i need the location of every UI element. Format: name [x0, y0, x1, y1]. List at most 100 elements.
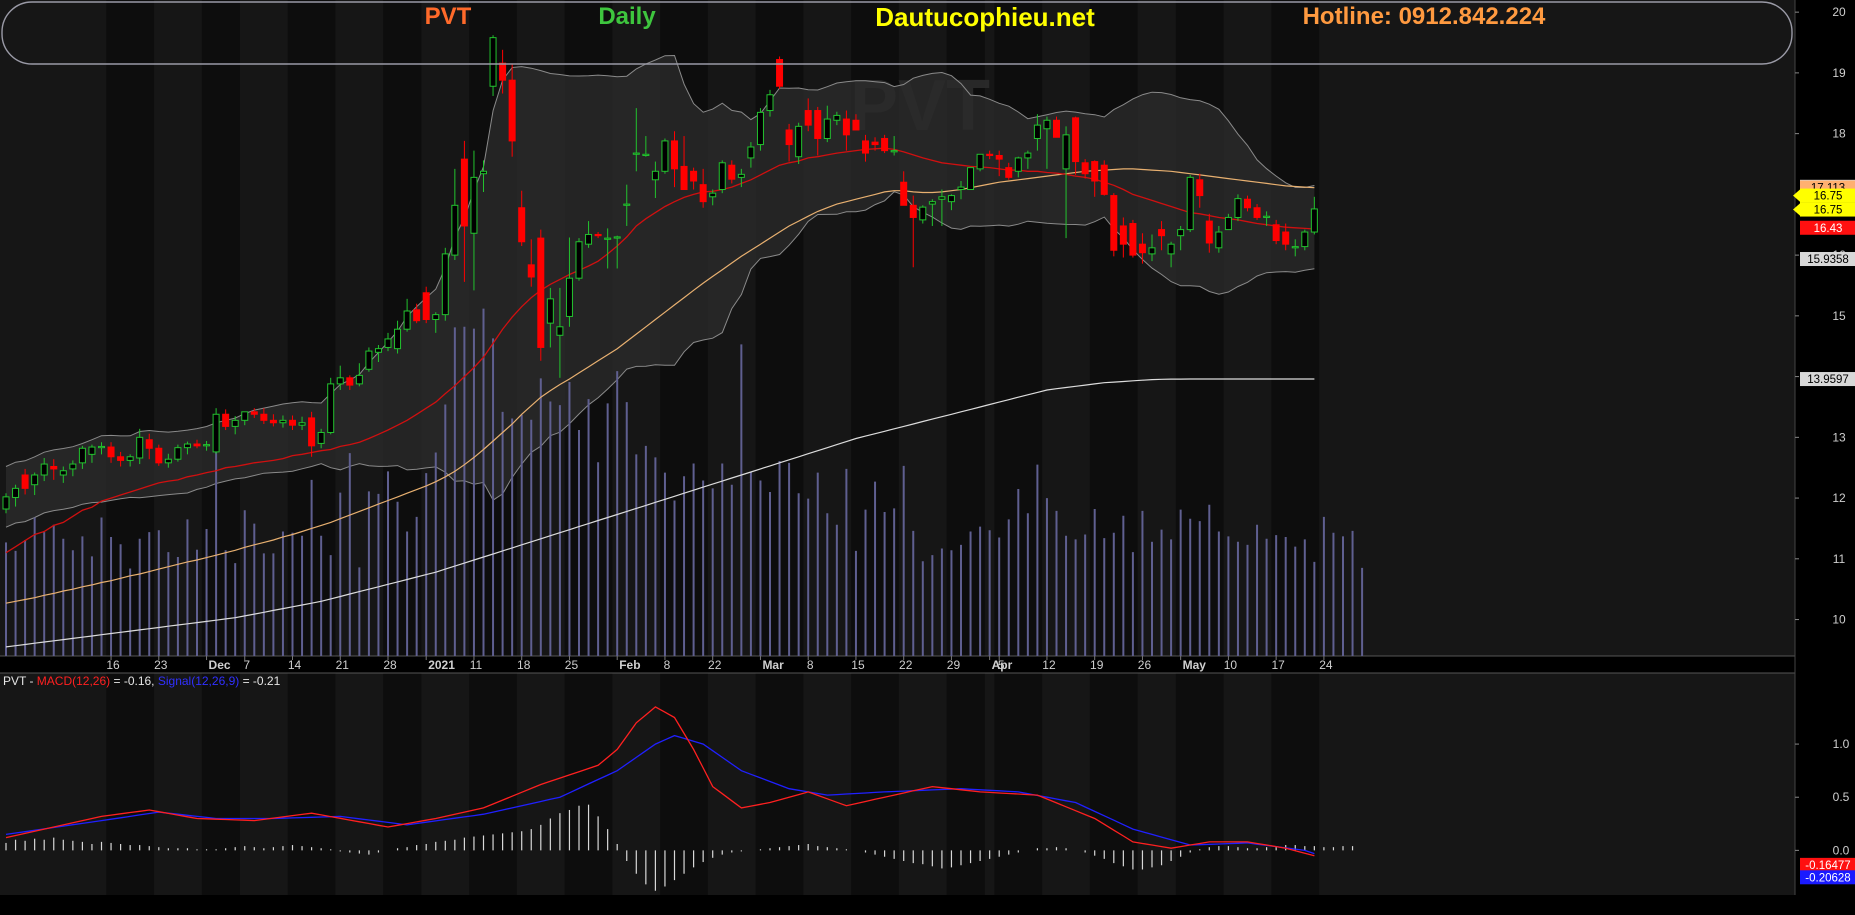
price-tick-label: 20 [1832, 5, 1846, 19]
date-tick-label: 2021 [428, 658, 455, 672]
candle-body [298, 422, 306, 426]
candle-body [336, 377, 344, 385]
date-tick-label: 12 [1042, 658, 1056, 672]
date-tick-label: 26 [1138, 658, 1152, 672]
macd-legend-value: = -0.16, [110, 674, 158, 688]
candle-body [241, 411, 249, 421]
date-tick-label: 25 [565, 658, 579, 672]
candle-body [499, 62, 507, 81]
value-badge-label-close-2: 16.75 [1814, 205, 1843, 217]
candle-body [546, 298, 554, 324]
candle-body [231, 419, 239, 427]
candle-body [40, 463, 48, 476]
candle-body [59, 470, 67, 476]
candle-body [594, 233, 602, 237]
stock-chart: PVT 101112131415161718192017.124217.1131… [0, 0, 1855, 910]
candle-body [642, 153, 650, 156]
date-tick-label: 22 [708, 658, 722, 672]
candle-body [928, 201, 936, 205]
candle-body [1215, 231, 1223, 249]
candle-body [766, 94, 774, 112]
date-tick-label: 14 [288, 658, 302, 672]
candle-body [833, 114, 841, 121]
candle-body [1072, 117, 1080, 163]
date-tick-label: 22 [899, 658, 913, 672]
candle-body [1081, 162, 1089, 175]
date-tick-label: 18 [517, 658, 531, 672]
candle-body [260, 413, 268, 421]
value-badge-label-ma200: 13.9597 [1807, 374, 1849, 386]
candle-body [804, 110, 812, 126]
candle-body [1272, 224, 1280, 242]
candle-body [12, 487, 20, 498]
candle-body [1033, 124, 1041, 139]
price-tick-label: 12 [1832, 491, 1846, 505]
macd-badge-label-signal: -0.20628 [1805, 872, 1850, 884]
candle-body [164, 458, 172, 464]
macd-badge-label-macd: -0.16477 [1805, 860, 1850, 872]
candle-body [308, 417, 316, 447]
candle-body [795, 125, 803, 158]
period-label: Daily [598, 3, 656, 30]
candle-body [1053, 119, 1060, 138]
candle-body [1253, 207, 1261, 218]
candle-body [355, 374, 363, 385]
candle-body [174, 447, 182, 460]
candle-body [451, 204, 459, 256]
candle-body [155, 447, 163, 464]
candle-body [881, 137, 889, 152]
candle-body [1100, 164, 1108, 195]
candle-body [222, 413, 230, 427]
candle-body [709, 192, 717, 198]
candle-body [460, 158, 468, 227]
candle-body [1167, 243, 1175, 255]
candle-body [947, 195, 955, 203]
candle-body [183, 443, 191, 449]
candle-body [1310, 208, 1318, 233]
macd-tick-label: 1.0 [1833, 737, 1850, 751]
macd-tick-label: 0.0 [1833, 843, 1850, 857]
date-tick-label: 24 [1319, 658, 1333, 672]
date-tick-label: May [1183, 658, 1207, 672]
candle-body [1224, 216, 1232, 231]
value-badge-label-ma20: 16.43 [1814, 223, 1843, 235]
candle-body [279, 419, 287, 424]
candle-body [728, 164, 736, 180]
site-label: Dautucophieu.net [875, 2, 1095, 32]
candle-body [1177, 229, 1185, 237]
candle-body [145, 439, 153, 449]
chart-canvas[interactable]: PVT 101112131415161718192017.124217.1131… [0, 0, 1855, 910]
candle-body [1024, 152, 1032, 159]
candle-body [50, 465, 58, 470]
date-tick-label: 8 [664, 658, 671, 672]
date-tick-label: 17 [1271, 658, 1285, 672]
candle-body [441, 253, 449, 316]
candle-body [1234, 198, 1242, 218]
candle-body [1205, 220, 1213, 244]
candle-body [1148, 247, 1156, 255]
candle-body [1301, 231, 1309, 248]
symbol-label: PVT [425, 3, 472, 30]
candle-body [995, 154, 1003, 160]
candle-body [737, 173, 745, 178]
candle-body [203, 444, 211, 447]
candle-body [527, 264, 535, 278]
candle-body [1014, 157, 1022, 172]
candle-body [823, 118, 831, 139]
candle-body [117, 456, 125, 461]
candle-body [394, 328, 402, 350]
date-tick-label: 11 [470, 658, 483, 672]
date-axis-band [0, 656, 1795, 673]
candle-body [422, 292, 430, 320]
candle-body [289, 419, 296, 426]
candle-body [317, 431, 325, 444]
candle-body [432, 314, 440, 320]
candle-body [1043, 119, 1051, 130]
macd-legend-prefix: PVT - [3, 674, 37, 688]
date-tick-label: 29 [947, 658, 961, 672]
candle-body [537, 237, 545, 348]
candle-body [957, 186, 965, 191]
candle-body [871, 141, 879, 146]
hotline-label: Hotline: 0912.842.224 [1303, 3, 1546, 30]
candle-body [1186, 176, 1194, 231]
